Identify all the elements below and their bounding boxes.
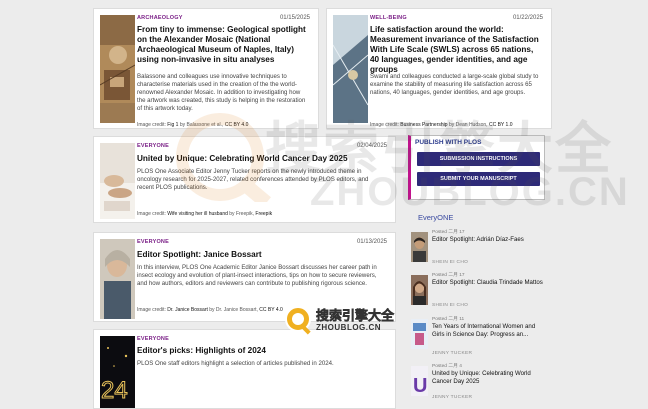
everyone-title[interactable]: United by Unique: Celebrating World Canc…: [432, 370, 545, 385]
article-thumbnail[interactable]: 24: [100, 336, 135, 408]
everyone-thumbnail[interactable]: [411, 319, 428, 349]
credit-prefix: Image credit:: [137, 211, 166, 217]
everyone-thumbnail[interactable]: [411, 275, 428, 305]
credit-prefix: Image credit:: [370, 122, 399, 128]
everyone-item[interactable]: Posted 二月 17 Editor Spotlight: Claudia T…: [408, 271, 545, 315]
submit-manuscript-button[interactable]: SUBMIT YOUR MANUSCRIPT: [417, 172, 540, 186]
article-excerpt: PLOS One staff editors highlight a selec…: [137, 360, 334, 367]
article-category[interactable]: WELL-BEING: [370, 15, 407, 21]
everyone-item[interactable]: Posted 二月 11 Ten Years of International …: [408, 315, 545, 359]
article-title[interactable]: Life satisfaction around the world: Meas…: [370, 25, 539, 75]
everyone-author: SHEIN EI CHO: [432, 303, 469, 308]
article-card[interactable]: EVERYONE 01/13/2025 Editor Spotlight: Ja…: [93, 232, 396, 322]
everyone-title[interactable]: Ten Years of International Women and Gir…: [432, 323, 545, 338]
image-credit: Image credit: Business Partnership by De…: [370, 122, 539, 128]
everyone-posted-date: Posted 二月 11: [432, 317, 465, 322]
credit-link[interactable]: Dr. Janice Bossart: [167, 307, 208, 313]
article-date: 01/13/2025: [356, 239, 387, 245]
everyone-item[interactable]: Posted 二月 17 Editor Spotlight: Adrián Dí…: [408, 228, 545, 272]
credit-by: by Balassone et al.,: [179, 122, 224, 128]
article-excerpt: In this interview, PLOS One Academic Edi…: [137, 264, 377, 287]
everyone-author: JENNY TUCKER: [432, 351, 473, 356]
article-card[interactable]: 24 EVERYONE Editor's picks: Highlights o…: [93, 329, 396, 409]
credit-license[interactable]: Freepik: [255, 211, 272, 217]
article-excerpt: Balassone and colleagues use innovative …: [137, 73, 306, 112]
submission-instructions-button[interactable]: SUBMISSION INSTRUCTIONS: [417, 152, 540, 166]
article-date: 01/15/2025: [279, 15, 310, 21]
everyone-item[interactable]: U Posted 二月 4 United by Unique: Celebrat…: [408, 362, 545, 406]
credit-by: by Dean Hudson,: [448, 122, 488, 128]
credit-link[interactable]: Wife visiting her ill husband: [167, 211, 228, 217]
image-credit: Image credit: Wife visiting her ill husb…: [137, 211, 383, 217]
everyone-thumbnail[interactable]: U: [411, 366, 428, 396]
credit-license[interactable]: CC BY 4.0: [259, 307, 283, 313]
everyone-posted-date: Posted 二月 4: [432, 364, 462, 369]
svg-text:24: 24: [101, 377, 128, 404]
article-thumbnail[interactable]: [100, 239, 135, 319]
credit-link[interactable]: Fig 1: [167, 122, 178, 128]
article-excerpt: Swami and colleagues conducted a large-s…: [370, 73, 539, 96]
article-title[interactable]: From tiny to immense: Geological spotlig…: [137, 25, 306, 65]
everyone-thumbnail[interactable]: [411, 232, 428, 262]
credit-by: by Dr. Janice Bossart,: [209, 307, 258, 313]
article-card[interactable]: EVERYONE 02/04/2025 United by Unique: Ce…: [93, 136, 396, 223]
article-category[interactable]: EVERYONE: [137, 239, 169, 245]
credit-link[interactable]: Business Partnership: [400, 122, 447, 128]
everyone-posted-date: Posted 二月 17: [432, 230, 465, 235]
everyone-title[interactable]: Editor Spotlight: Claudia Trindade Matto…: [432, 279, 545, 287]
credit-license[interactable]: CC BY 1.0: [489, 122, 513, 128]
credit-license[interactable]: CC BY 4.0: [225, 122, 249, 128]
everyone-title[interactable]: Editor Spotlight: Adrián Díaz-Faes: [432, 236, 545, 244]
article-category[interactable]: EVERYONE: [137, 336, 169, 342]
publish-with-plos-panel: PUBLISH WITH PLOS SUBMISSION INSTRUCTION…: [408, 135, 545, 200]
article-thumbnail[interactable]: [100, 143, 135, 219]
publish-heading: PUBLISH WITH PLOS: [415, 139, 482, 146]
article-date: 02/04/2025: [356, 143, 387, 149]
article-title[interactable]: United by Unique: Celebrating World Canc…: [137, 154, 383, 164]
article-thumbnail[interactable]: [333, 15, 368, 123]
article-date: 01/22/2025: [512, 15, 543, 21]
everyone-author: JENNY TUCKER: [432, 395, 473, 400]
article-category[interactable]: EVERYONE: [137, 143, 169, 149]
everyone-author: SHEIN EI CHO: [432, 260, 469, 265]
credit-prefix: Image credit:: [137, 307, 166, 313]
article-title[interactable]: Editor Spotlight: Janice Bossart: [137, 250, 383, 260]
article-thumbnail[interactable]: [100, 15, 135, 123]
credit-prefix: Image credit:: [137, 122, 166, 128]
image-credit: Image credit: Dr. Janice Bossart by Dr. …: [137, 307, 383, 313]
article-category[interactable]: ARCHAEOLOGY: [137, 15, 183, 21]
everyone-heading[interactable]: EveryONE: [418, 213, 453, 222]
article-card[interactable]: ARCHAEOLOGY 01/15/2025 From tiny to imme…: [93, 8, 319, 129]
svg-text:U: U: [413, 375, 427, 396]
credit-by: by Freepik,: [229, 211, 255, 217]
article-card[interactable]: WELL-BEING 01/22/2025 Life satisfaction …: [326, 8, 552, 129]
everyone-posted-date: Posted 二月 17: [432, 273, 465, 278]
article-excerpt: PLOS One Associate Editor Jenny Tucker r…: [137, 168, 369, 191]
article-title[interactable]: Editor's picks: Highlights of 2024: [137, 346, 383, 356]
image-credit: Image credit: Fig 1 by Balassone et al.,…: [137, 122, 306, 128]
